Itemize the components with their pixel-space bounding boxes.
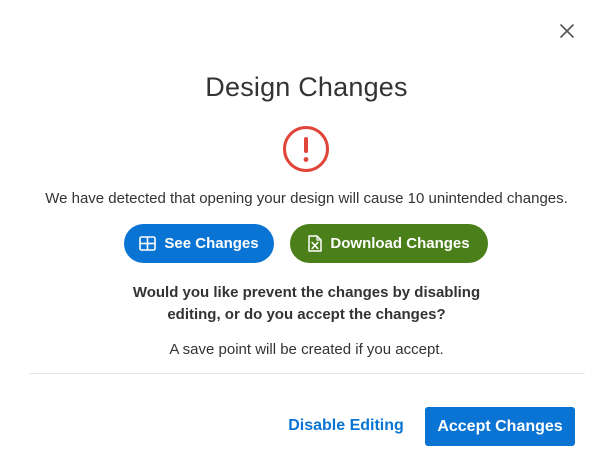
footer-divider xyxy=(29,373,585,374)
disable-editing-button[interactable]: Disable Editing xyxy=(286,407,406,445)
close-button[interactable] xyxy=(554,18,580,44)
download-changes-label: Download Changes xyxy=(330,235,470,252)
savepoint-note: A save point will be created if you acce… xyxy=(169,341,444,358)
exclamation-circle-icon xyxy=(283,126,329,172)
accept-changes-button[interactable]: Accept Changes xyxy=(425,407,575,446)
table-grid-icon xyxy=(139,236,157,251)
see-changes-label: See Changes xyxy=(164,235,259,252)
design-changes-dialog: Design Changes We have detected that ope… xyxy=(0,0,597,459)
download-changes-button[interactable]: Download Changes xyxy=(290,224,488,263)
dialog-title: Design Changes xyxy=(205,72,408,102)
close-icon xyxy=(560,24,574,38)
question-line-2: editing, or do you accept the changes? xyxy=(167,306,446,323)
question-line-1: Would you like prevent the changes by di… xyxy=(132,284,481,301)
see-changes-button[interactable]: See Changes xyxy=(124,224,274,263)
detection-message: We have detected that opening your desig… xyxy=(45,190,568,207)
excel-file-icon xyxy=(308,235,323,252)
question-text: Would you like prevent the changes by di… xyxy=(0,282,597,326)
